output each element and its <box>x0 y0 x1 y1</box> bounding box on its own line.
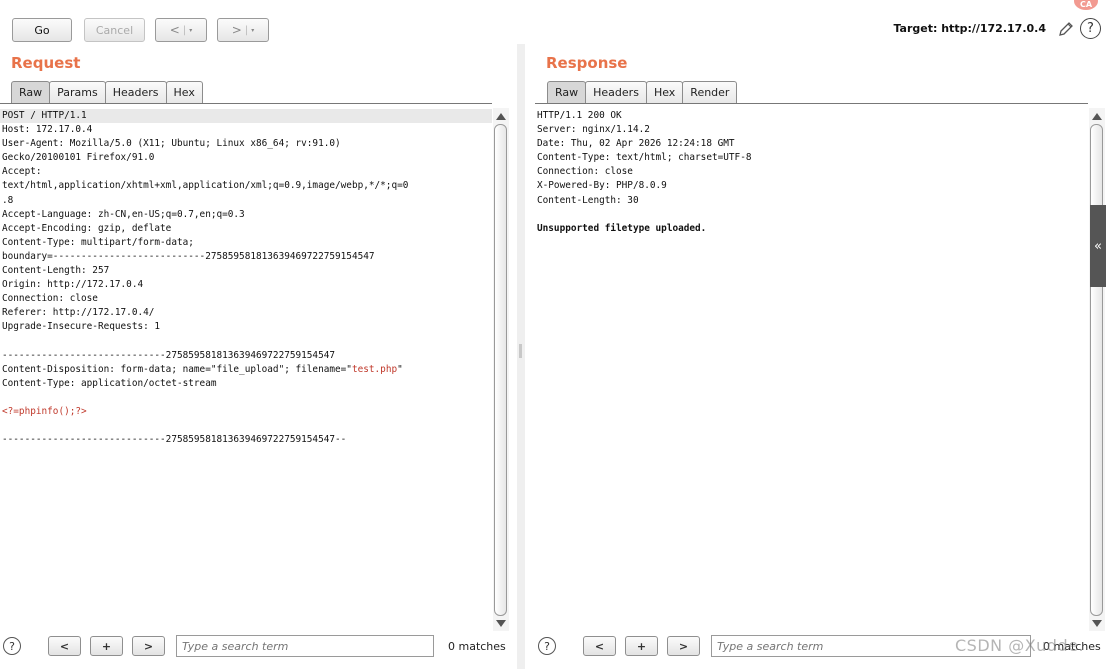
request-line: Accept-Language: zh-CN,en-US;q=0.7,en;q=… <box>2 208 245 220</box>
response-line <box>535 208 1088 222</box>
collapse-panel-button[interactable]: « <box>1090 205 1106 287</box>
help-icon[interactable]: ? <box>1080 18 1101 39</box>
avatar: CA <box>1074 0 1098 10</box>
chevron-left-icon: < <box>169 23 180 37</box>
tab-request-hex[interactable]: Hex <box>165 81 203 103</box>
response-scrollbar[interactable] <box>1089 108 1105 631</box>
pane-divider[interactable] <box>517 44 525 669</box>
scroll-up-icon[interactable] <box>1092 113 1102 120</box>
request-editor[interactable]: POST / HTTP/1.1 Host: 172.17.0.4 User-Ag… <box>0 103 492 631</box>
tab-request-headers[interactable]: Headers <box>104 81 167 103</box>
response-tabs: Raw Headers Hex Render <box>547 81 738 103</box>
button-separator: | <box>182 24 187 36</box>
response-line: Content-Type: text/html; charset=UTF-8 <box>537 152 752 164</box>
scroll-thumb[interactable] <box>494 124 507 616</box>
request-line: Accept: <box>2 166 42 178</box>
request-body-payload: <?=phpinfo();?> <box>2 405 87 417</box>
request-line: Host: 172.17.0.4 <box>2 124 93 136</box>
search-next-button[interactable]: > <box>667 636 700 656</box>
request-line: Origin: http://172.17.0.4 <box>2 279 144 291</box>
request-line: Upgrade-Insecure-Requests: 1 <box>2 321 161 333</box>
request-line: .8 <box>2 194 14 206</box>
divider-grip[interactable] <box>519 344 522 358</box>
scroll-down-icon[interactable] <box>496 620 506 627</box>
tab-response-raw[interactable]: Raw <box>547 81 587 103</box>
request-line: POST / HTTP/1.1 <box>0 109 492 124</box>
dropdown-arrow-icon: ▾ <box>189 26 193 34</box>
tab-request-params[interactable]: Params <box>49 81 106 103</box>
response-line: X-Powered-By: PHP/8.0.9 <box>537 180 667 192</box>
search-prev-button[interactable]: < <box>48 636 81 656</box>
button-separator: | <box>244 24 249 36</box>
help-icon[interactable]: ? <box>538 637 556 655</box>
request-line: Content-Disposition: form-data; name="fi… <box>0 363 492 377</box>
request-line: User-Agent: Mozilla/5.0 (X11; Ubuntu; Li… <box>2 138 341 150</box>
request-tabs: Raw Params Headers Hex <box>11 81 203 103</box>
search-input[interactable] <box>176 635 434 657</box>
request-line: text/html,application/xhtml+xml,applicat… <box>2 180 409 192</box>
tab-response-render[interactable]: Render <box>682 81 738 103</box>
request-line <box>0 419 492 433</box>
response-editor[interactable]: HTTP/1.1 200 OK Server: nginx/1.14.2 Dat… <box>535 103 1088 631</box>
request-line: -----------------------------27585958181… <box>2 349 336 361</box>
response-title: Response <box>546 54 628 72</box>
dropdown-arrow-icon: ▾ <box>251 26 255 34</box>
response-line: HTTP/1.1 200 OK <box>537 110 622 121</box>
tab-response-headers[interactable]: Headers <box>585 81 647 103</box>
request-search-bar: ? < + > 0 matches <box>0 633 517 661</box>
request-line: Content-Length: 257 <box>2 265 110 277</box>
search-add-button[interactable]: + <box>90 636 123 656</box>
scroll-down-icon[interactable] <box>1092 620 1102 627</box>
request-line: Referer: http://172.17.0.4/ <box>2 307 155 319</box>
request-line: Connection: close <box>2 293 98 305</box>
scroll-thumb[interactable] <box>1090 124 1103 616</box>
search-next-button[interactable]: > <box>132 636 165 656</box>
go-button[interactable]: Go <box>12 18 72 42</box>
request-line: Gecko/20100101 Firefox/91.0 <box>2 152 155 164</box>
tab-request-raw[interactable]: Raw <box>11 81 51 103</box>
back-button[interactable]: < | ▾ <box>155 18 207 42</box>
filename-quote: " <box>397 363 403 375</box>
cancel-button[interactable]: Cancel <box>84 18 145 42</box>
search-add-button[interactable]: + <box>625 636 658 656</box>
request-scrollbar[interactable] <box>493 108 509 631</box>
search-prev-button[interactable]: < <box>583 636 616 656</box>
scroll-up-icon[interactable] <box>496 113 506 120</box>
match-count: 0 matches <box>448 640 506 653</box>
target-label: Target: http://172.17.0.4 <box>893 22 1046 35</box>
forward-button[interactable]: > | ▾ <box>217 18 269 42</box>
request-line: boundary=---------------------------2758… <box>2 250 375 262</box>
response-line: Server: nginx/1.14.2 <box>537 124 650 136</box>
request-title: Request <box>11 54 81 72</box>
watermark: CSDN @Xudde. <box>955 636 1085 655</box>
pencil-icon[interactable] <box>1057 20 1075 38</box>
filename-value: test.php <box>351 363 398 375</box>
response-line: Content-Length: 30 <box>537 194 639 206</box>
response-line: Connection: close <box>537 166 633 178</box>
request-line <box>0 391 492 405</box>
request-line: Content-Type: multipart/form-data; <box>2 236 194 248</box>
response-line: Date: Thu, 02 Apr 2026 12:24:18 GMT <box>537 138 735 150</box>
help-icon[interactable]: ? <box>3 637 21 655</box>
response-body: Unsupported filetype uploaded. <box>537 222 707 234</box>
request-line <box>0 335 492 349</box>
chevron-right-icon: > <box>231 23 242 37</box>
toolbar: Go Cancel < | ▾ > | ▾ Target: http://172… <box>0 0 1106 44</box>
request-line: Accept-Encoding: gzip, deflate <box>2 222 172 234</box>
request-line: -----------------------------27585958181… <box>2 434 347 446</box>
content-disposition-text: Content-Disposition: form-data; name="fi… <box>2 363 352 375</box>
request-line: Content-Type: application/octet-stream <box>2 377 217 389</box>
tab-response-hex[interactable]: Hex <box>645 81 684 103</box>
